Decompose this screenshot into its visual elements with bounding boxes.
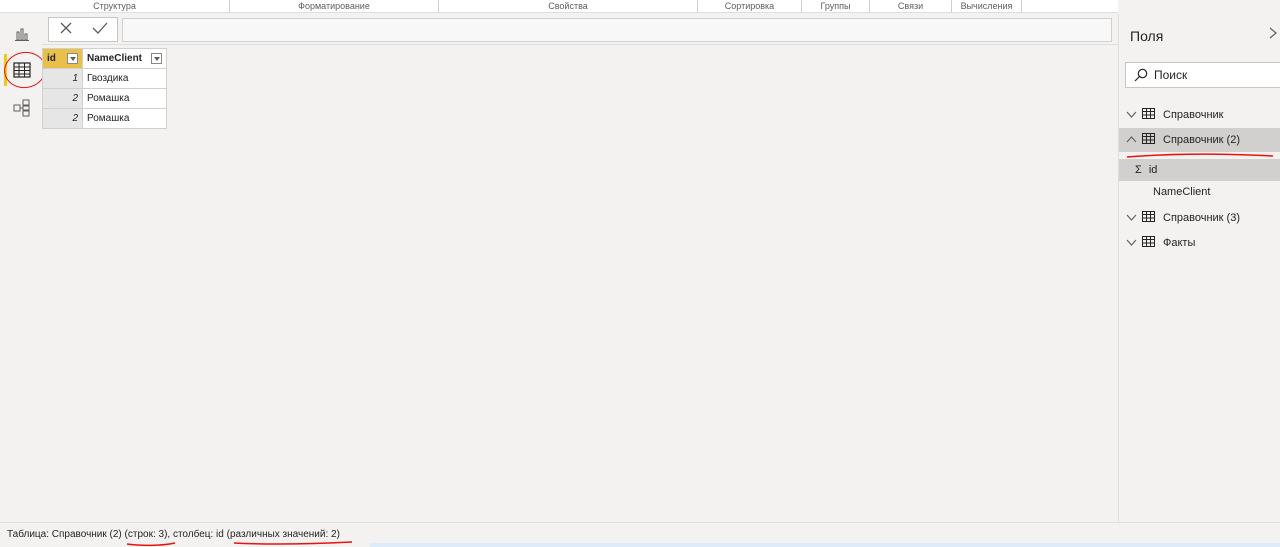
checkmark-icon [92,22,107,34]
left-navigation [0,14,42,522]
column-header-label: id [47,53,56,64]
search-input[interactable] [1154,68,1274,82]
cell-id[interactable]: 1 [42,68,83,89]
commit-edit-button[interactable] [92,20,108,39]
chevron-up-icon[interactable] [1122,135,1140,146]
report-view-button[interactable] [4,18,40,50]
table-name: Справочник [1163,109,1224,121]
ribbon-group-structure: Структура [0,0,230,13]
ribbon-group-properties: Свойства [439,0,698,13]
formula-bar [42,14,1118,45]
model-view-button[interactable] [4,92,40,124]
chevron-down-icon[interactable] [1122,213,1140,224]
cell-id[interactable]: 2 [42,88,83,109]
bar-chart-icon [15,28,29,41]
data-canvas: id NameClient 1 Гвоздика 2 Ромашка 2 Ром… [42,46,1118,522]
field-item-nameclient[interactable]: NameClient [1119,181,1280,203]
table-icon [1142,236,1155,250]
cell-nameclient[interactable]: Ромашка [82,108,167,129]
table-icon [1142,211,1155,225]
ribbon-group-calculations: Вычисления [952,0,1022,13]
chevron-right-icon [1269,27,1277,39]
table-item-spravochnik[interactable]: Справочник [1119,103,1280,127]
annotation-underline [233,541,353,545]
chevron-down-icon[interactable] [1122,238,1140,249]
formula-buttons [48,17,118,42]
table-row: 1 Гвоздика [42,68,167,89]
ribbon-group-labels: Структура Форматирование Свойства Сортир… [0,0,1118,13]
field-item-id[interactable]: Σ id [1119,159,1280,181]
table-row: 2 Ромашка [42,108,167,129]
sigma-icon: Σ [1135,164,1142,176]
table-row: 2 Ромашка [42,88,167,109]
table-icon [1142,108,1155,122]
field-name: id [1148,164,1158,176]
table-name: Справочник (2) [1163,134,1240,146]
fields-pane-title: Поля [1130,28,1164,44]
filter-dropdown-icon[interactable] [151,53,162,64]
horizontal-scrollbar[interactable] [370,543,1280,547]
close-icon [60,22,71,34]
column-header-label: NameClient [87,53,143,64]
model-diagram-icon [13,99,30,117]
fields-search-box[interactable] [1125,62,1280,88]
field-name: NameClient [1153,186,1211,198]
table-item-facts[interactable]: Факты [1119,231,1280,255]
data-table: id NameClient 1 Гвоздика 2 Ромашка 2 Ром… [42,48,167,129]
annotation-underline [126,542,176,547]
chevron-down-icon[interactable] [1122,110,1140,121]
ribbon-group-groups: Группы [802,0,870,13]
search-icon [1134,68,1148,82]
fields-pane: Поля Справочник Справочник (2) Σ [1118,14,1280,522]
ribbon-group-sorting: Сортировка [698,0,802,13]
ribbon-group-formatting: Форматирование [230,0,439,13]
formula-input[interactable] [122,18,1112,42]
ribbon-group-relationships: Связи [870,0,952,13]
collapse-pane-button[interactable] [1269,27,1277,43]
table-icon [1142,133,1155,147]
table-item-spravochnik-3[interactable]: Справочник (3) [1119,206,1280,230]
column-header-id[interactable]: id [42,48,83,69]
status-text: Таблица: Справочник (2) (строк: 3), стол… [7,529,340,540]
table-item-spravochnik-2[interactable]: Справочник (2) [1119,128,1280,152]
filter-dropdown-icon[interactable] [67,53,78,64]
table-name: Справочник (3) [1163,212,1240,224]
column-header-nameclient[interactable]: NameClient [82,48,167,69]
cell-nameclient[interactable]: Гвоздика [82,68,167,89]
table-name: Факты [1163,237,1196,249]
cell-nameclient[interactable]: Ромашка [82,88,167,109]
cancel-edit-button[interactable] [59,20,73,39]
cell-id[interactable]: 2 [42,108,83,129]
